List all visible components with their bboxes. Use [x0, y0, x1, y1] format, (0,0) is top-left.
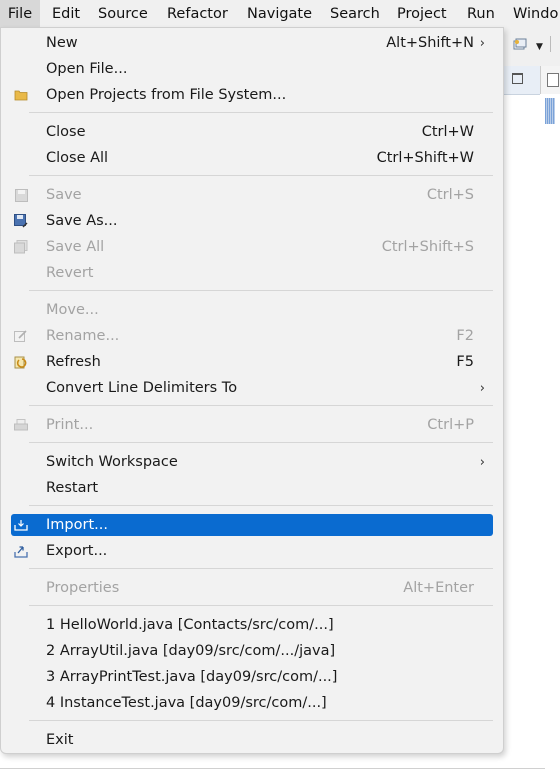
menu-source[interactable]: Source [98, 0, 148, 28]
menu-separator [29, 290, 493, 291]
menu-run[interactable]: Run [467, 0, 495, 28]
menu-item-label: Close All [46, 150, 109, 166]
shortcut-text: F2 [456, 328, 474, 344]
file-menu-dropdown: New Alt+Shift+N › Open File... Open Proj… [0, 27, 504, 754]
menu-item-label: Open Projects from File System... [46, 87, 287, 103]
menu-item-close-all[interactable]: Close All Ctrl+Shift+W [11, 147, 493, 169]
menu-item-label: Export... [46, 543, 108, 559]
menu-item-label: Open File... [46, 61, 128, 77]
menu-item-label: Revert [46, 265, 94, 281]
menu-item-label: Close [46, 124, 86, 140]
shortcut-text: Ctrl+S [426, 187, 474, 203]
new-wizard-icon[interactable] [513, 38, 527, 50]
dropdown-arrow-icon[interactable]: ▼ [536, 42, 543, 52]
menu-item-label: 3 ArrayPrintTest.java [day09/src/com/...… [46, 669, 338, 685]
menu-item-label: Save [46, 187, 82, 203]
menu-item-properties[interactable]: Properties Alt+Enter [11, 577, 493, 599]
menu-edit[interactable]: Edit [52, 0, 80, 28]
shortcut-text: Ctrl+W [421, 124, 474, 140]
print-icon [13, 417, 29, 433]
menu-item-recent-file-3[interactable]: 3 ArrayPrintTest.java [day09/src/com/...… [11, 666, 493, 688]
menu-item-label: 1 HelloWorld.java [Contacts/src/com/...] [46, 617, 334, 633]
menu-item-print[interactable]: Print... Ctrl+P [11, 414, 493, 436]
menu-separator [29, 720, 493, 721]
menu-navigate[interactable]: Navigate [247, 0, 312, 28]
menu-item-label: Save All [46, 239, 105, 255]
selection-marker [545, 98, 555, 124]
menu-item-label: Convert Line Delimiters To [46, 380, 238, 396]
menu-item-move[interactable]: Move... [11, 299, 493, 321]
shortcut-text: Ctrl+P [427, 417, 474, 433]
divider [0, 768, 545, 769]
menu-item-save-as[interactable]: Save As... [11, 210, 493, 232]
menu-separator [29, 442, 493, 443]
shortcut-text: Alt+Enter [403, 580, 474, 596]
menu-separator [29, 568, 493, 569]
toolbar-separator [550, 36, 551, 52]
save-as-icon [13, 213, 29, 229]
menu-item-recent-file-1[interactable]: 1 HelloWorld.java [Contacts/src/com/...] [11, 614, 493, 636]
menu-bar: File Edit Source Refactor Navigate Searc… [0, 0, 560, 28]
menu-separator [29, 405, 493, 406]
menu-item-label: New [46, 35, 78, 51]
menu-item-switch-workspace[interactable]: Switch Workspace › [11, 451, 493, 473]
menu-item-restart[interactable]: Restart [11, 477, 493, 499]
menu-item-rename[interactable]: Rename... F2 [11, 325, 493, 347]
menu-item-label: Exit [46, 732, 74, 748]
menu-item-label: Import... [46, 517, 108, 533]
rename-icon [13, 328, 29, 344]
menu-item-recent-file-2[interactable]: 2 ArrayUtil.java [day09/src/com/.../java… [11, 640, 493, 662]
save-all-icon [13, 239, 29, 255]
menu-item-new[interactable]: New Alt+Shift+N › [11, 32, 493, 54]
menu-item-label: Switch Workspace [46, 454, 178, 470]
menu-item-refresh[interactable]: Refresh F5 [11, 351, 493, 373]
refresh-icon [13, 354, 29, 370]
menu-item-label: Restart [46, 480, 99, 496]
menu-item-export[interactable]: Export... [11, 540, 493, 562]
toolbar-area [500, 28, 560, 66]
submenu-arrow-icon: › [479, 380, 485, 396]
minimize-icon[interactable] [512, 73, 523, 84]
menu-separator [29, 175, 493, 176]
menu-item-revert[interactable]: Revert [11, 262, 493, 284]
menu-item-label: 4 InstanceTest.java [day09/src/com/...] [46, 695, 327, 711]
menu-item-label: 2 ArrayUtil.java [day09/src/com/.../java… [46, 643, 336, 659]
menu-item-close[interactable]: Close Ctrl+W [11, 121, 493, 143]
menu-item-save-all[interactable]: Save All Ctrl+Shift+S [11, 236, 493, 258]
submenu-arrow-icon: › [479, 454, 485, 470]
submenu-arrow-icon: › [479, 35, 485, 51]
menu-search[interactable]: Search [330, 0, 380, 28]
menu-file[interactable]: File [0, 0, 40, 28]
menu-item-import[interactable]: Import... [11, 514, 493, 536]
menu-item-open-projects[interactable]: Open Projects from File System... [11, 84, 493, 106]
menu-separator [29, 605, 493, 606]
menu-item-label: Properties [46, 580, 120, 596]
menu-item-convert-line-delimiters[interactable]: Convert Line Delimiters To › [11, 377, 493, 399]
menu-item-label: Refresh [46, 354, 101, 370]
shortcut-text: Alt+Shift+N [386, 35, 474, 51]
menu-item-open-file[interactable]: Open File... [11, 58, 493, 80]
menu-item-recent-file-4[interactable]: 4 InstanceTest.java [day09/src/com/...] [11, 692, 493, 714]
menu-separator [29, 112, 493, 113]
menu-refactor[interactable]: Refactor [167, 0, 228, 28]
menu-item-label: Print... [46, 417, 94, 433]
save-icon [13, 187, 29, 203]
menu-item-label: Rename... [46, 328, 120, 344]
menu-item-label: Save As... [46, 213, 118, 229]
folder-icon [13, 87, 29, 103]
java-file-icon [547, 73, 559, 87]
shortcut-text: F5 [456, 354, 474, 370]
menu-separator [29, 505, 493, 506]
menu-window[interactable]: Windo [513, 0, 558, 28]
menu-item-exit[interactable]: Exit [11, 729, 493, 751]
import-icon [13, 517, 29, 533]
export-icon [13, 543, 29, 559]
menu-item-save[interactable]: Save Ctrl+S [11, 184, 493, 206]
shortcut-text: Ctrl+Shift+W [376, 150, 474, 166]
shortcut-text: Ctrl+Shift+S [381, 239, 474, 255]
menu-item-label: Move... [46, 302, 99, 318]
menu-project[interactable]: Project [397, 0, 447, 28]
